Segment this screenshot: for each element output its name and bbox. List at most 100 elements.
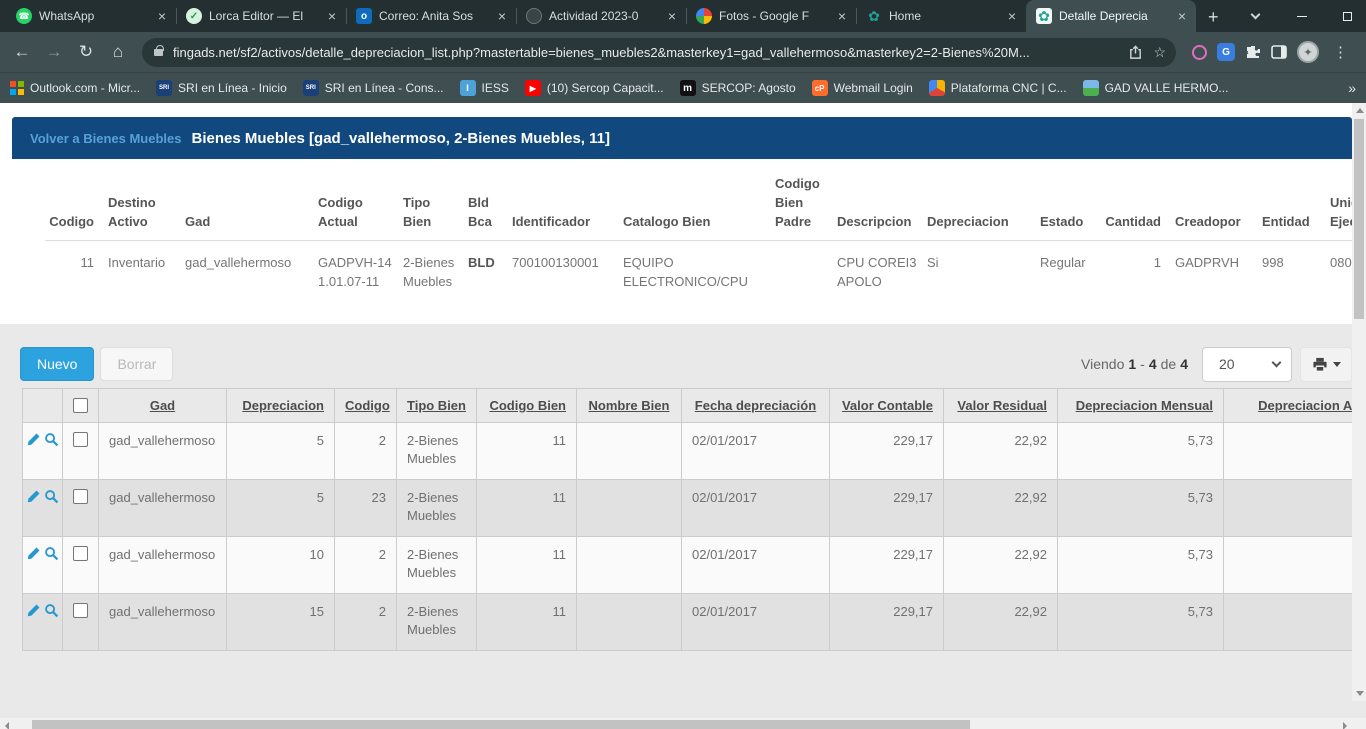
translate-extension-icon[interactable]: G [1217,43,1235,61]
detail-col-header: Depreciacion Mensual [1058,388,1224,422]
fingads-favicon-icon: ✿ [1036,8,1052,24]
sort-link-valor-residual[interactable]: Valor Residual [957,398,1047,413]
vertical-scroll-thumb[interactable] [1354,119,1364,319]
master-col-header: Gad [185,165,318,240]
home-button[interactable]: ⌂ [104,38,132,66]
profile-avatar[interactable]: ✦ [1297,41,1319,63]
pink-extension-icon[interactable] [1192,45,1207,60]
sort-link-tipo-bien[interactable]: Tipo Bien [407,398,466,413]
borrar-button[interactable]: Borrar [100,347,173,381]
share-icon[interactable] [1128,45,1143,60]
bookmark-star-icon[interactable]: ☆ [1153,44,1166,61]
minimize-button[interactable] [1279,0,1325,32]
printer-icon [1312,357,1328,372]
detail-cell: gad_vallehermoso [99,536,227,593]
tab-close-icon[interactable]: × [496,8,508,24]
page-size-select[interactable]: 20 [1202,347,1292,382]
tab-close-icon[interactable]: × [1176,8,1188,24]
sort-link-gad[interactable]: Gad [150,398,175,413]
view-magnifier-icon[interactable] [44,489,59,504]
sort-link-nombre-bien[interactable]: Nombre Bien [589,398,670,413]
select-all-checkbox[interactable] [73,398,88,413]
bookmark-sercop-agosto[interactable]: mSERCOP: Agosto [680,80,796,96]
bookmark-iess[interactable]: IIESS [460,80,509,96]
microsoft-bookmark-icon [10,81,24,95]
detail-cell: 10 [227,536,335,593]
bookmark-outlook-com-micr[interactable]: Outlook.com - Micr... [10,81,140,95]
master-col-header: Unidad Ejecutora [1330,165,1352,240]
browser-tab-lorca-editor-el[interactable]: ✓Lorca Editor — El× [176,0,346,32]
master-col-header: Entidad [1262,165,1330,240]
edit-pencil-icon[interactable] [26,432,41,447]
detail-col-header: Valor Residual [944,388,1058,422]
tab-close-icon[interactable]: × [1006,8,1018,24]
master-cell: gad_vallehermoso [185,240,318,298]
nuevo-button[interactable]: Nuevo [20,347,94,381]
row-checkbox[interactable] [73,546,88,561]
forward-button[interactable]: → [40,38,68,66]
tab-close-icon[interactable]: × [326,8,338,24]
bookmark-10-sercop-capacit[interactable]: ▶(10) Sercop Capacit... [525,80,664,96]
table-row: gad_vallehermoso1522-Bienes Muebles1102/… [23,593,1353,650]
detail-cell [577,422,682,479]
browser-tab-home[interactable]: ✿Home× [856,0,1026,32]
view-magnifier-icon[interactable] [44,603,59,618]
bookmark-sri-en-l-nea-cons[interactable]: SRISRI en Línea - Cons... [303,80,444,96]
master-col-header: Destino Activo [108,165,185,240]
bookmarks-overflow-icon[interactable]: » [1348,80,1356,96]
bookmark-sri-en-l-nea-inicio[interactable]: SRISRI en Línea - Inicio [156,80,287,96]
browser-tab-correo-anita-sos[interactable]: oCorreo: Anita Sos× [346,0,516,32]
view-magnifier-icon[interactable] [44,432,59,447]
restore-button[interactable] [1325,0,1366,32]
detail-cell: 11 [477,593,577,650]
browser-tab-detalle-deprecia[interactable]: ✿Detalle Deprecia× [1026,0,1196,32]
detail-col-header: Valor Contable [830,388,944,422]
address-bar[interactable]: fingads.net/sf2/activos/detalle_deprecia… [142,38,1176,67]
edit-pencil-icon[interactable] [26,603,41,618]
print-button[interactable] [1300,347,1352,382]
tab-close-icon[interactable]: × [666,8,678,24]
sort-link-valor-contable[interactable]: Valor Contable [842,398,933,413]
extensions-puzzle-icon[interactable] [1245,44,1261,60]
bookmark-gad-valle-hermo[interactable]: GAD VALLE HERMO... [1083,80,1229,96]
reload-button[interactable]: ↻ [72,38,100,66]
sort-link-codigo-bien[interactable]: Codigo Bien [489,398,566,413]
horizontal-scrollbar[interactable] [0,718,1366,729]
row-checkbox[interactable] [73,432,88,447]
bookmark-plataforma-cnc-c[interactable]: Plataforma CNC | C... [929,80,1067,96]
scroll-down-arrow[interactable] [1356,691,1364,696]
bookmark-webmail-login[interactable]: cPWebmail Login [812,80,913,96]
new-tab-button[interactable]: + [1196,7,1233,32]
browser-tab-actividad-2023-0[interactable]: Actividad 2023-0× [516,0,686,32]
back-button[interactable]: ← [8,38,36,66]
horizontal-scroll-thumb[interactable] [32,720,970,729]
sort-link-depreciacion-mensual[interactable]: Depreciacion Mensual [1076,398,1213,413]
tab-search-icon[interactable] [1233,0,1279,32]
sort-link-codigo[interactable]: Codigo [345,398,390,413]
browser-tab-fotos-google-f[interactable]: Fotos - Google F× [686,0,856,32]
list-toolbar: Nuevo Borrar Viendo 1 - 4 de 4 20 [0,324,1366,382]
master-cell: Regular [1040,240,1100,298]
vertical-scrollbar[interactable] [1352,103,1366,701]
scroll-up-arrow[interactable] [1356,108,1364,113]
sort-link-depreciacion-acumulada[interactable]: Depreciacion Acumulada [1258,398,1352,413]
master-cell: 11 [45,240,108,298]
scroll-right-arrow[interactable] [1343,722,1347,729]
tab-close-icon[interactable]: × [156,8,168,24]
row-checkbox[interactable] [73,489,88,504]
sort-link-fecha-depreciaci-n[interactable]: Fecha depreciación [695,398,816,413]
view-magnifier-icon[interactable] [44,546,59,561]
back-to-bienes-muebles-link[interactable]: Volver a Bienes Muebles [30,131,182,146]
master-cell: 080 [1330,240,1352,298]
browser-tab-whatsapp[interactable]: ☎WhatsApp× [6,0,176,32]
tab-close-icon[interactable]: × [836,8,848,24]
sort-link-depreciacion[interactable]: Depreciacion [242,398,324,413]
browser-menu-icon[interactable]: ⋮ [1329,43,1352,61]
detail-cell: 229,17 [830,536,944,593]
row-checkbox[interactable] [73,603,88,618]
detail-col-header: Nombre Bien [577,388,682,422]
side-panel-icon[interactable] [1271,45,1287,59]
edit-pencil-icon[interactable] [26,546,41,561]
edit-pencil-icon[interactable] [26,489,41,504]
scroll-left-arrow[interactable] [5,722,9,729]
